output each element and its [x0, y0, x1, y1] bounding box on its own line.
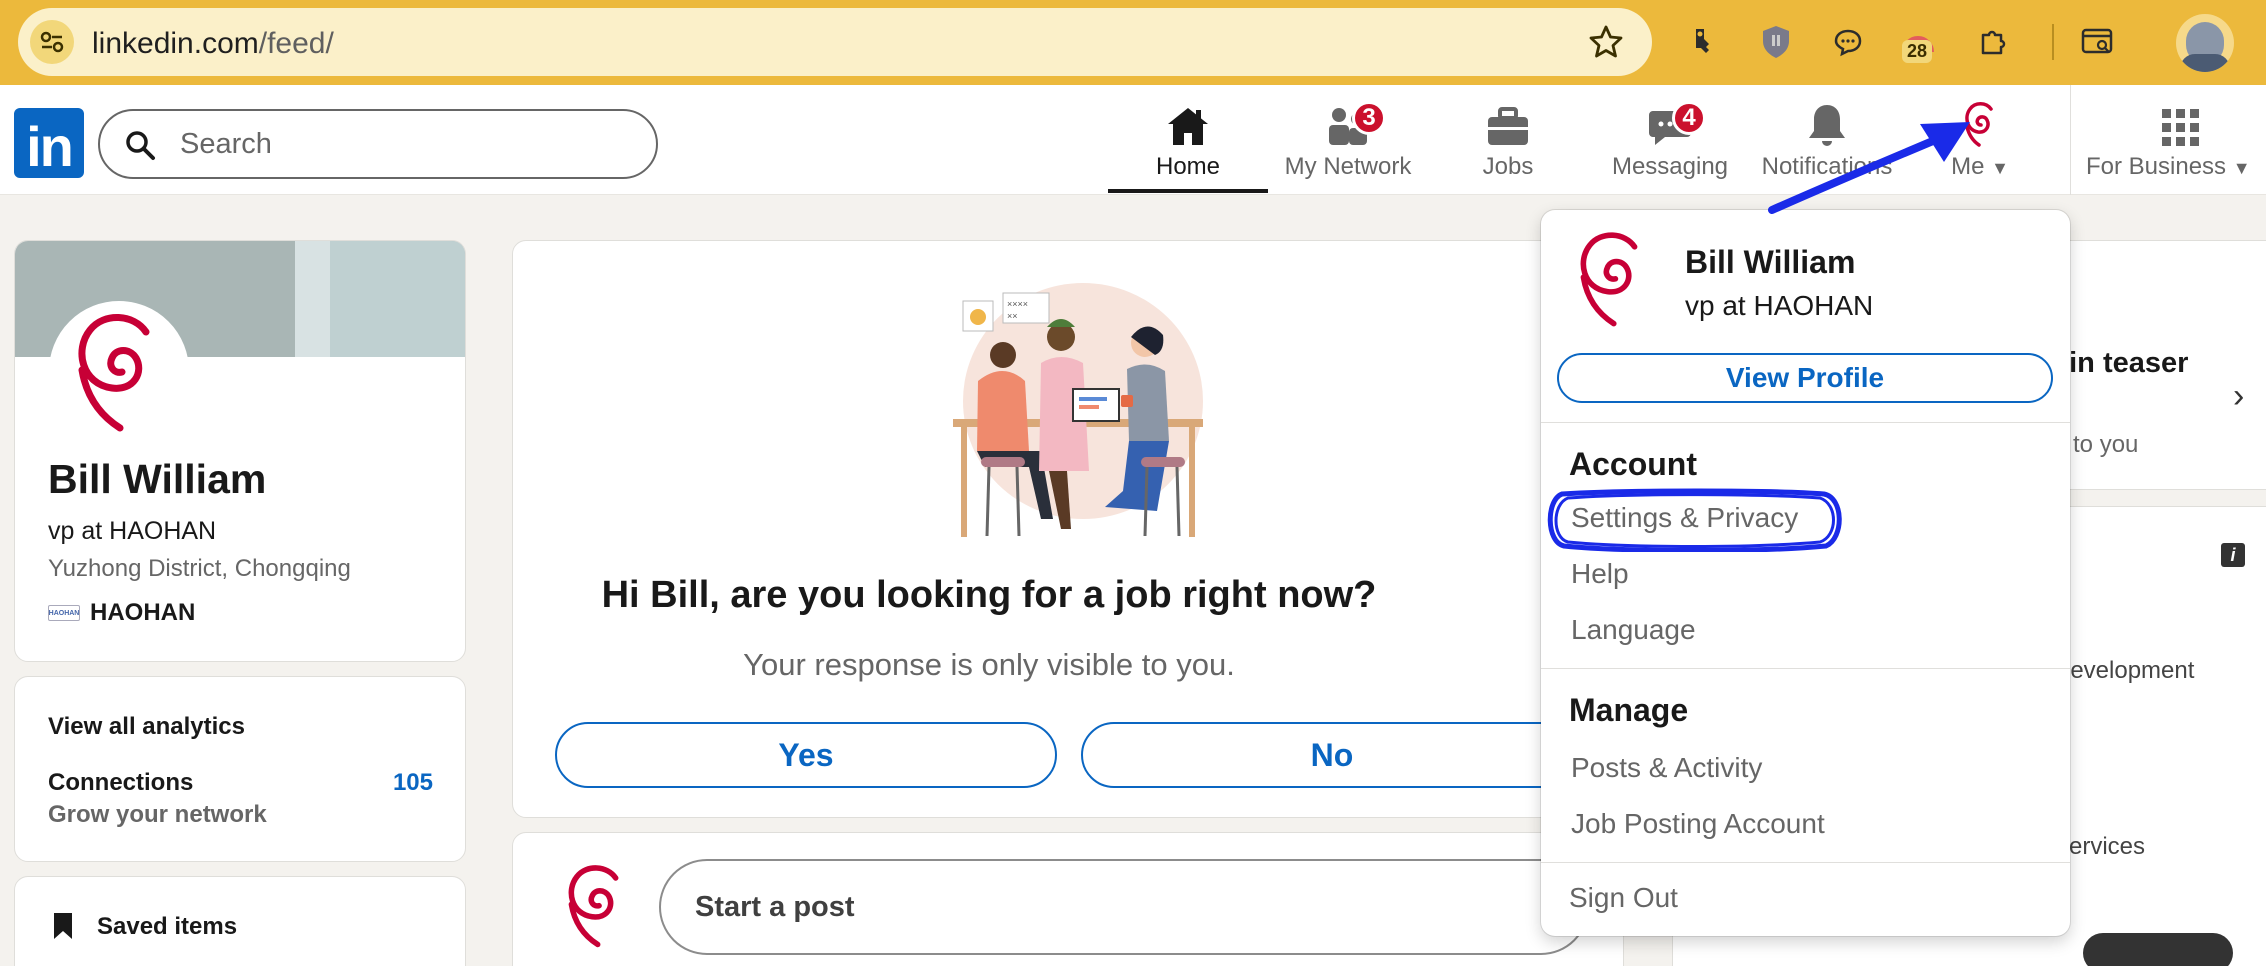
- sign-out-item[interactable]: Sign Out: [1569, 882, 1678, 914]
- tab-search-icon[interactable]: [2076, 20, 2120, 64]
- right-rail-button[interactable]: [2083, 933, 2233, 966]
- messaging-notification-badge: 4: [1672, 101, 1706, 135]
- right-rail-line-1[interactable]: Development: [2053, 657, 2194, 685]
- me-dropdown-menu: Bill William vp at HAOHAN View Profile A…: [1541, 210, 2070, 936]
- nav-my-network-label: My Network: [1284, 153, 1412, 180]
- connections-count[interactable]: 105: [393, 769, 433, 797]
- chat-extension-icon[interactable]: [1826, 20, 1870, 64]
- url-path: /feed/: [258, 27, 334, 60]
- key-extension-icon[interactable]: [1680, 20, 1724, 64]
- menu-avatar[interactable]: [1567, 226, 1659, 330]
- nav-divider: [2070, 85, 2071, 195]
- debian-swirl-icon: [1580, 232, 1638, 327]
- svg-text:××××: ××××: [1007, 299, 1028, 309]
- shield-extension-icon[interactable]: [1754, 20, 1798, 64]
- profile-card: Bill William vp at HAOHAN Yuzhong Distri…: [14, 240, 466, 662]
- post-composer-card: Start a post: [512, 832, 1624, 966]
- url-host: linkedin.com: [92, 27, 259, 60]
- job-seeking-prompt-card: ×××× ×× Hi Bill, are you looking for a j…: [512, 240, 1624, 818]
- info-icon[interactable]: i: [2221, 543, 2245, 567]
- yes-button[interactable]: Yes: [555, 722, 1057, 788]
- svg-text:××: ××: [1007, 311, 1018, 321]
- search-icon: [126, 131, 155, 160]
- browser-toolbar: linkedin.com/feed/ 28: [0, 0, 2266, 85]
- menu-divider: [1541, 668, 2070, 669]
- debian-swirl-icon: [568, 865, 619, 948]
- site-info-button[interactable]: [30, 20, 74, 64]
- people-at-table-illustration: ×××× ××: [953, 283, 1203, 537]
- home-icon: [1168, 108, 1208, 145]
- company-logo-icon: HAOHAN: [48, 605, 80, 621]
- profile-company[interactable]: HAOHAN HAOHAN: [48, 599, 195, 627]
- search-box[interactable]: [98, 109, 658, 179]
- search-input[interactable]: [180, 125, 640, 163]
- address-bar[interactable]: linkedin.com/feed/: [18, 8, 1652, 76]
- job-question: Hi Bill, are you looking for a job right…: [601, 574, 1377, 616]
- job-question-subtitle: Your response is only visible to you.: [743, 647, 1235, 682]
- nav-messaging[interactable]: Messaging 4: [1588, 95, 1752, 191]
- briefcase-icon: [1488, 107, 1528, 145]
- chevron-down-icon: ▼: [2232, 158, 2251, 178]
- saved-items-card[interactable]: Saved items: [14, 876, 466, 966]
- network-notification-badge: 3: [1352, 101, 1386, 135]
- profile-company-name: HAOHAN: [90, 599, 196, 626]
- chevron-down-icon: ▼: [1991, 158, 2009, 178]
- help-item[interactable]: Help: [1571, 558, 1629, 590]
- puzzle-extensions-icon[interactable]: [1972, 20, 2016, 64]
- nav-home-label: Home: [1155, 153, 1221, 180]
- menu-divider: [1541, 422, 2070, 423]
- profile-headline: vp at HAOHAN: [48, 517, 217, 545]
- nav-home[interactable]: Home: [1108, 95, 1268, 193]
- nav-for-business[interactable]: For Business ▼: [2086, 95, 2266, 191]
- view-profile-button[interactable]: View Profile: [1557, 353, 2053, 403]
- saved-items-label: Saved items: [97, 913, 238, 940]
- no-button[interactable]: No: [1081, 722, 1583, 788]
- connections-label[interactable]: Connections: [48, 769, 193, 797]
- posts-activity-item[interactable]: Posts & Activity: [1571, 752, 1762, 784]
- start-post-button[interactable]: Start a post: [659, 859, 1589, 955]
- me-menu-arrow-annotation: [1768, 122, 1970, 214]
- nav-jobs-label: Jobs: [1482, 153, 1534, 180]
- language-item[interactable]: Language: [1571, 614, 1696, 646]
- right-rail-title[interactable]: ain teaser: [2053, 347, 2188, 380]
- menu-user-headline: vp at HAOHAN: [1685, 290, 1874, 321]
- grid-icon: [2162, 109, 2199, 146]
- profile-name[interactable]: Bill William: [48, 456, 266, 503]
- composer-avatar[interactable]: [555, 863, 639, 948]
- job-posting-account-item[interactable]: Job Posting Account: [1571, 808, 1825, 840]
- chevron-right-icon[interactable]: ›: [2233, 377, 2244, 416]
- url-text[interactable]: linkedin.com/feed/: [92, 27, 334, 61]
- tune-icon: [40, 31, 64, 53]
- grow-network-label[interactable]: Grow your network: [48, 801, 267, 829]
- menu-divider: [1541, 862, 2070, 863]
- nav-messaging-label: Messaging: [1611, 153, 1729, 180]
- browser-profile-avatar[interactable]: [2176, 14, 2234, 72]
- linkedin-logo[interactable]: in: [14, 108, 84, 178]
- view-analytics-link[interactable]: View all analytics: [48, 713, 245, 741]
- profile-location: Yuzhong District, Chongqing: [48, 555, 351, 582]
- bookmark-star-icon[interactable]: [1586, 22, 1626, 62]
- nav-jobs[interactable]: Jobs: [1428, 95, 1588, 191]
- toolbar-divider: [2052, 24, 2054, 60]
- menu-user-name: Bill William: [1685, 244, 1856, 280]
- manage-heading: Manage: [1569, 692, 1689, 728]
- nav-for-business-label: For Business ▼: [2086, 153, 2251, 180]
- bookmark-icon: [54, 913, 72, 939]
- nav-my-network[interactable]: My Network 3: [1268, 95, 1428, 191]
- extension-badge: 28: [1902, 40, 1933, 63]
- debian-swirl-icon: [78, 314, 150, 432]
- profile-avatar[interactable]: [49, 301, 189, 441]
- analytics-card: View all analytics Connections 105 Grow …: [14, 676, 466, 862]
- settings-highlight-annotation: [1547, 488, 1842, 552]
- account-heading: Account: [1569, 446, 1697, 482]
